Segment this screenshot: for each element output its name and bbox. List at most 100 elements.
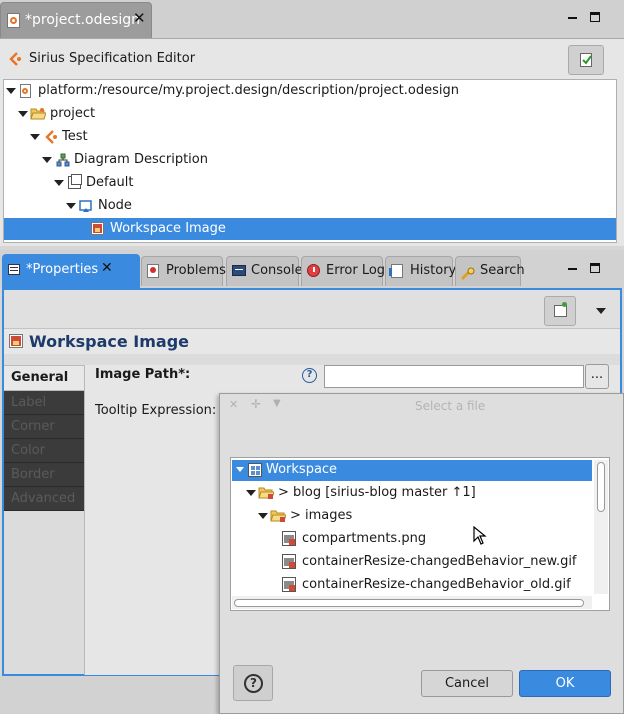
odesign-file-icon [7,13,20,28]
pin-icon [554,302,567,317]
file-tree-item-resize-new[interactable]: containerResize-changedBehavior_new.gif [302,551,577,573]
tooltip-expression-label: Tooltip Expression: [95,403,217,418]
image-path-label: Image Path*: [95,367,191,382]
expand-toggle-icon[interactable] [30,134,40,140]
layer-icon [68,174,82,189]
section-tab-advanced[interactable]: Advanced [4,487,84,511]
scrollbar-thumb[interactable] [234,599,584,607]
viewpoint-icon [44,130,58,144]
minimize-button[interactable] [566,11,580,25]
workspace-image-icon [9,334,23,348]
tab-properties[interactable]: *Properties ✕ [2,254,140,288]
validate-button[interactable] [568,45,604,75]
mouse-cursor-icon [473,525,487,546]
editor-tab-label: *project.odesign [25,12,141,28]
maximize-button[interactable] [589,262,603,276]
section-tab-color[interactable]: Color [4,439,84,463]
expand-toggle-icon[interactable] [54,180,64,186]
browse-button-label: ... [590,367,604,382]
image-file-icon [282,577,296,592]
tab-error-log[interactable]: Error Log [301,256,386,286]
editor-header-title: Sirius Specification Editor [29,51,196,66]
tab-problems-label: Problems [166,263,226,278]
tab-history[interactable]: History [385,256,457,286]
tree-item-node[interactable]: Node [98,195,132,217]
move-icon[interactable]: ✛ [251,397,261,411]
cancel-button[interactable]: Cancel [421,670,513,697]
close-icon[interactable]: ✕ [229,398,238,411]
file-tree-item-workspace[interactable]: Workspace [266,459,337,481]
expand-toggle-icon[interactable] [6,88,16,94]
browse-button[interactable]: ... [585,364,609,389]
properties-title: Workspace Image [29,332,190,351]
expand-toggle-icon[interactable] [236,467,244,472]
view-menu-button[interactable] [586,296,616,326]
project-folder-icon [258,486,275,499]
tree-item-diagram-description[interactable]: Diagram Description [74,149,208,171]
section-tab-color-text: Color [11,443,45,458]
section-tab-corner[interactable]: Corner [4,415,84,439]
workspace-icon [248,463,262,477]
tab-history-label: History [410,263,457,278]
help-icon[interactable]: ? [302,368,317,383]
close-icon[interactable]: ✕ [133,9,146,27]
file-tree-item-compartments[interactable]: compartments.png [302,528,426,550]
tab-console[interactable]: Console [226,256,303,286]
file-tree-item-blog[interactable]: > blog [sirius-blog master ↑1] [278,482,476,504]
vertical-scrollbar[interactable] [594,460,608,594]
tab-error-log-label: Error Log [326,263,386,278]
checklist-icon [580,53,592,67]
chevron-down-icon [596,308,606,314]
expand-toggle-icon[interactable] [258,513,268,519]
tree-item-project[interactable]: project [50,103,95,125]
section-tab-label-text: Label [11,395,47,410]
history-icon [389,264,403,278]
pin-button[interactable] [544,296,576,326]
file-tree-item-images[interactable]: > images [290,505,352,527]
scrollbar-thumb[interactable] [597,462,605,512]
tab-search[interactable]: Search [455,256,525,286]
expand-toggle-icon[interactable] [246,490,256,496]
section-tab-border-text: Border [11,467,55,482]
image-file-icon [282,554,296,569]
folder-open-icon [270,509,287,522]
expand-toggle-icon[interactable] [66,203,76,209]
section-tab-advanced-text: Advanced [11,491,76,506]
problems-icon [147,264,159,278]
odesign-file-icon [20,84,31,98]
image-file-icon [282,531,296,546]
maximize-button[interactable] [589,11,603,25]
tree-item-resource[interactable]: platform:/resource/my.project.design/des… [38,80,459,102]
dialog-title: Select a file [415,399,486,413]
tree-item-default[interactable]: Default [86,172,134,194]
search-icon [460,264,476,281]
minimize-button[interactable] [566,262,580,276]
close-icon[interactable]: ✕ [101,260,113,276]
section-tab-general[interactable]: General [4,365,85,391]
tab-properties-label: *Properties [26,262,99,277]
console-icon [232,265,246,276]
expand-toggle-icon[interactable] [42,157,52,163]
editor-tab[interactable]: *project.odesign ✕ [0,2,152,38]
help-icon: ? [244,674,263,693]
workspace-image-icon [91,222,104,235]
sirius-logo-icon [8,52,22,66]
tree-item-test[interactable]: Test [62,126,88,148]
section-tab-label[interactable]: Label [4,391,84,415]
diagram-description-icon [56,153,70,167]
chevron-down-icon[interactable]: ▼ [273,398,281,409]
horizontal-scrollbar[interactable] [232,596,592,609]
cancel-button-label: Cancel [444,676,490,691]
section-tab-border[interactable]: Border [4,463,84,487]
section-tab-general-label: General [11,370,69,385]
image-path-input[interactable] [324,365,584,388]
error-log-icon [307,264,320,277]
expand-toggle-icon[interactable] [18,111,28,117]
status-strip [0,676,219,714]
ok-button[interactable]: OK [519,670,611,697]
tab-search-label: Search [480,263,525,278]
help-button[interactable]: ? [233,665,273,701]
tab-problems[interactable]: Problems [141,256,226,286]
file-tree-item-resize-old[interactable]: containerResize-changedBehavior_old.gif [302,574,571,596]
tree-item-workspace-image[interactable]: Workspace Image [110,218,226,240]
